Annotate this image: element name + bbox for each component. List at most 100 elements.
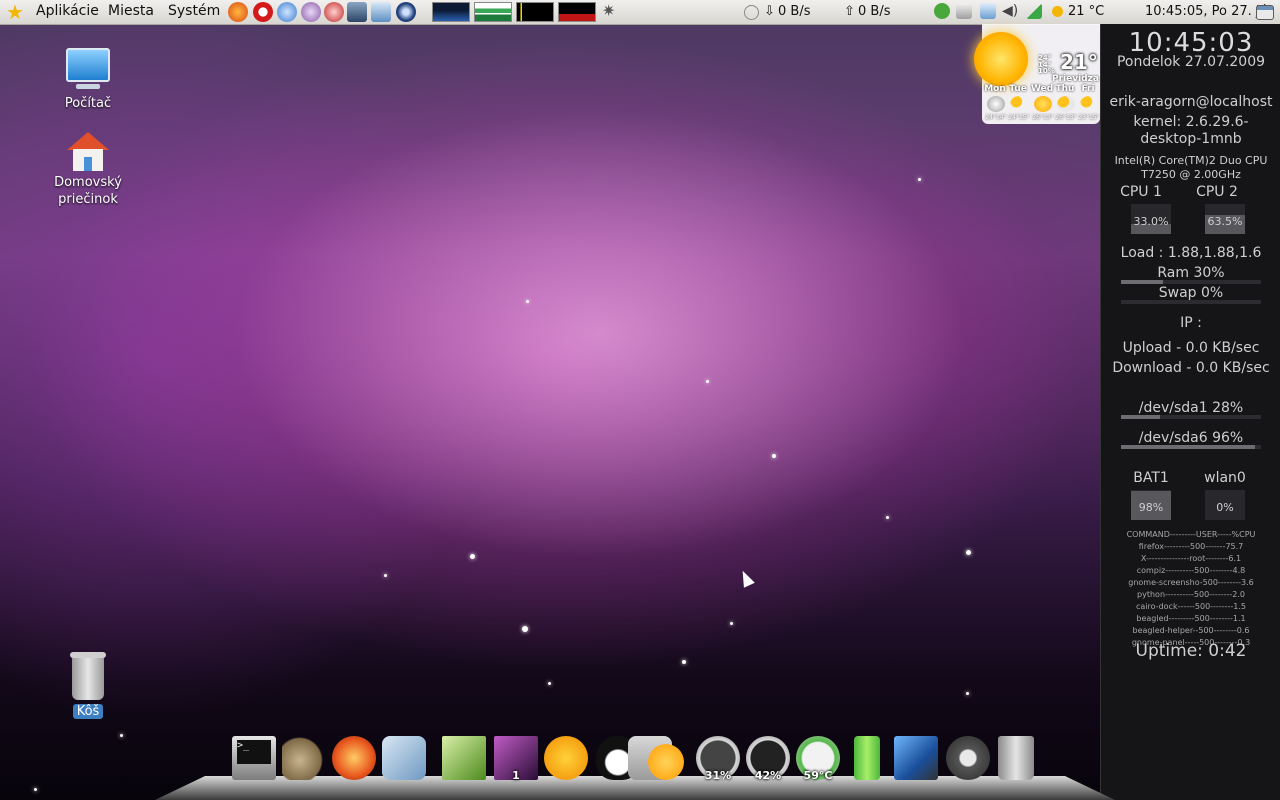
computer-icon [66, 48, 110, 82]
process-row: X---------------root--------6.1 [1140, 554, 1242, 563]
cpu2-value: 63.5% [1207, 215, 1243, 228]
star [918, 178, 921, 181]
forecast-temp: 26°13° [1055, 114, 1077, 121]
forecast-day: Thu [1055, 84, 1075, 94]
menu-applications[interactable]: Aplikácie [36, 3, 99, 19]
star [706, 380, 709, 383]
trash-icon [70, 652, 106, 700]
star [120, 734, 123, 737]
forecast-temp: 24°14° [985, 114, 1007, 121]
cpu-graph[interactable] [432, 2, 470, 22]
star [772, 454, 776, 458]
wlan-meter: 0% [1205, 490, 1245, 520]
shutdown-dock-icon[interactable] [946, 736, 990, 780]
conky-ram: Ram 30% [1157, 265, 1225, 281]
conky-user: erik-aragorn@localhost [1109, 94, 1273, 110]
conky-kernel-version: desktop-1mnb [1140, 131, 1242, 147]
cpu1-value: 33.0% [1133, 215, 1169, 228]
firefox-dock-icon[interactable] [332, 736, 376, 780]
process-row: gnome-screensho-500--------3.6 [1128, 578, 1254, 587]
forecast-temp: 24°15° [1008, 114, 1030, 121]
conky-kernel: kernel: 2.6.29.6- [1133, 114, 1249, 130]
cpu-gauge-value: 31% [704, 769, 732, 782]
disk-sda1-bar-fill [1121, 415, 1161, 419]
partly-cloudy-icon [1080, 96, 1098, 112]
forecast-day: Fri [1081, 84, 1095, 94]
menu-places[interactable]: Miesta [108, 3, 154, 19]
ram-bar-fill [1121, 280, 1163, 284]
desktop-icon-trash[interactable]: Kôš [38, 652, 138, 719]
trash-dock-icon[interactable] [998, 736, 1034, 780]
volume-icon[interactable]: ◀) [1002, 3, 1018, 19]
ram-gauge-value: 42% [754, 769, 782, 782]
forecast-day: Tue [1009, 84, 1027, 94]
wifi-signal-icon[interactable] [1026, 3, 1042, 19]
gimp-dock-icon[interactable] [282, 736, 326, 780]
battery-meter: 98% [1131, 490, 1171, 520]
brightness-icon[interactable]: ✷ [602, 3, 618, 19]
load-graph[interactable] [558, 2, 596, 22]
desktop-icon-label: Domovský [54, 175, 122, 190]
ram-bar [1121, 280, 1261, 284]
conky-load: Load : 1.88,1.88,1.6 [1120, 245, 1262, 261]
star-menu-icon[interactable]: ★ [6, 1, 28, 23]
process-header: COMMAND---------USER-----%CPU [1126, 530, 1256, 539]
cloud-icon [987, 96, 1005, 112]
wlan-value: 0% [1216, 501, 1234, 514]
notification-icon[interactable] [934, 3, 950, 19]
messenger-launcher-icon[interactable] [301, 2, 321, 22]
conky-download: Download - 0.0 KB/sec [1112, 360, 1270, 376]
menu-system[interactable]: Systém [168, 3, 220, 19]
opera-launcher-icon[interactable] [253, 2, 273, 22]
desktop-icon-home[interactable]: Domovský priečinok [38, 132, 138, 208]
show-desktop-icon[interactable] [1256, 5, 1274, 20]
network-manager-icon[interactable] [980, 3, 996, 19]
conky-swap: Swap 0% [1158, 285, 1224, 301]
screenshot-launcher-icon[interactable] [371, 2, 391, 22]
download-arrow-icon: ⇩ [764, 4, 775, 19]
disk-sda1-label: /dev/sda1 28% [1138, 400, 1244, 416]
printer-icon[interactable] [956, 3, 972, 19]
media-launcher-icon[interactable] [324, 2, 344, 22]
desktop-icon-label: Počítač [64, 96, 112, 111]
terminal-dock-icon[interactable]: >_ [232, 736, 276, 780]
sun-dock-icon[interactable] [648, 744, 684, 780]
cpu2-label: CPU 2 [1196, 184, 1238, 200]
conky-sidebar: 10:45:03 Pondelok 27.07.2009 erik-aragor… [1100, 24, 1280, 800]
firefox-launcher-icon[interactable] [228, 2, 248, 22]
net-up-speed: 0 B/s [858, 4, 891, 19]
weather-widget[interactable]: 24° 14° 10% 21° Prievidza Mon Tue Wed Th… [974, 24, 1100, 124]
terminal-launcher-icon[interactable] [347, 2, 367, 22]
storm-icon [1057, 96, 1075, 112]
image-viewer-dock-icon[interactable] [442, 736, 486, 780]
weather-sun-icon[interactable] [1052, 6, 1063, 17]
battery-label: BAT1 [1133, 470, 1169, 486]
network-monitor-icon[interactable] [744, 5, 759, 20]
computer-stand [76, 84, 100, 89]
network-graph[interactable] [516, 2, 554, 22]
forecast-temp: 26°13° [1032, 114, 1054, 121]
forecast-day: Wed [1031, 84, 1054, 94]
swap-bar [1121, 300, 1261, 304]
panel-temperature[interactable]: 21 °C [1068, 4, 1104, 19]
process-row: cairo-dock------500--------1.5 [1136, 602, 1246, 611]
process-row: beagled-helper--500--------0.6 [1132, 626, 1250, 635]
desktop-icon-label: Kôš [72, 704, 104, 719]
memory-graph[interactable] [474, 2, 512, 22]
battery-value: 98% [1138, 501, 1164, 514]
cursor-dock-icon[interactable] [894, 736, 938, 780]
cpu2-meter: 63.5% [1205, 204, 1245, 234]
panel-clock[interactable]: 10:45:05, Po 27. júl [1145, 4, 1271, 19]
mail-dock-icon[interactable] [382, 736, 426, 780]
star [522, 626, 528, 632]
conky-upload: Upload - 0.0 KB/sec [1122, 340, 1260, 356]
cpu1-meter: 33.0% [1131, 204, 1171, 234]
browser-launcher-icon[interactable] [277, 2, 297, 22]
top-panel: ★ Aplikácie Miesta Systém ✷ ⇩ 0 B/s ⇧ 0 … [0, 0, 1280, 25]
gnome-foot-dock-icon[interactable] [544, 736, 588, 780]
disk-sda6-bar [1121, 445, 1261, 449]
update-launcher-icon[interactable] [396, 2, 416, 22]
battery-dock-icon[interactable] [854, 736, 880, 780]
weather-sun-icon [974, 32, 1028, 86]
desktop-icon-computer[interactable]: Počítač [38, 48, 138, 112]
